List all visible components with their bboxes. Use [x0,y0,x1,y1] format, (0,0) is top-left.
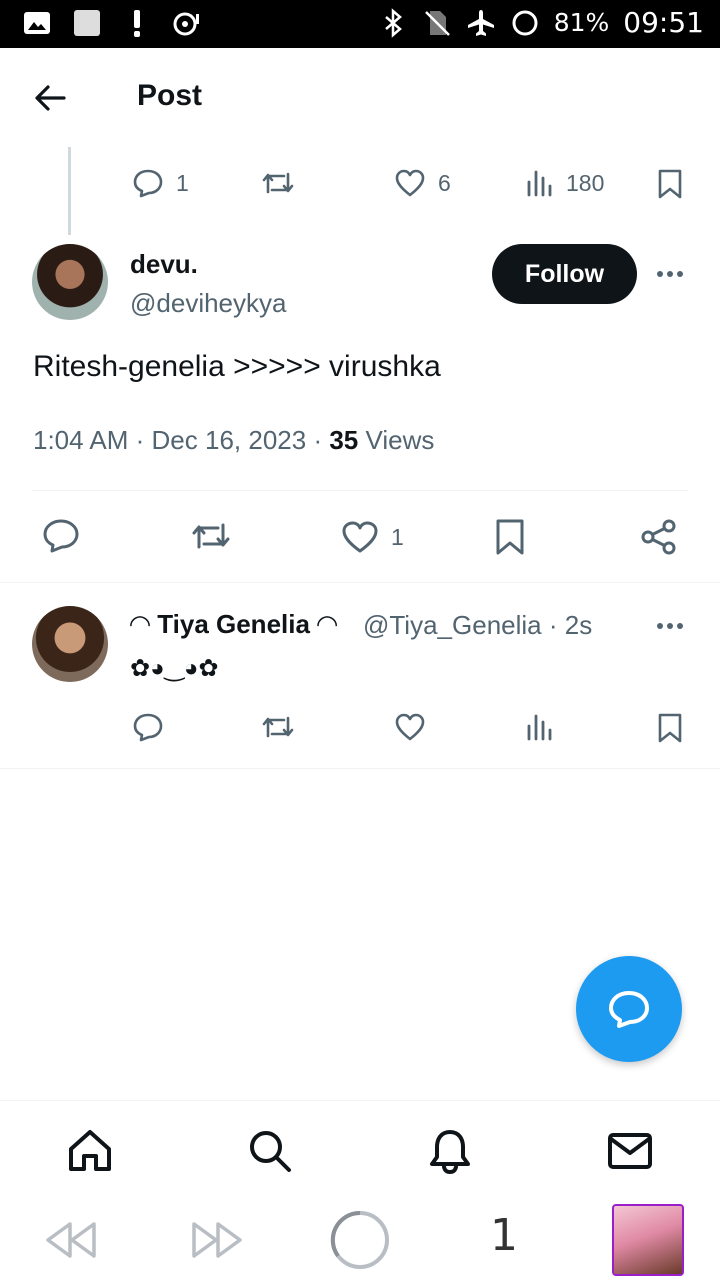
square-notification-icon [74,10,100,36]
top-app-bar: Post [0,48,720,144]
divider [0,582,720,583]
parent-like-count: 6 [438,169,451,196]
author-name[interactable]: devu. [130,249,198,280]
battery-ring-icon [512,10,538,35]
reply-avatar[interactable] [32,606,108,682]
home-icon[interactable] [66,1127,114,1175]
share-icon[interactable] [640,518,678,556]
reply-more-options-icon[interactable] [652,616,692,636]
parent-bookmark-icon[interactable] [656,168,684,200]
meta-separator: · [135,425,152,455]
bluetooth-icon [384,7,402,38]
home-circle-icon[interactable] [328,1208,392,1272]
system-navigation-bar: 1 [0,1200,720,1280]
recent-app-thumbnail[interactable] [612,1204,684,1276]
clock: 09:51 [623,6,704,39]
reply-author-handle[interactable]: @Tiya_Genelia [363,610,542,640]
reply-text: ✿◕‿◕✿ [130,655,219,682]
reply-reply-icon[interactable] [132,712,164,742]
page-title: Post [137,79,203,112]
reply-author-name[interactable]: ◠ Tiya Genelia ◠ [130,609,337,640]
author-handle[interactable]: @deviheykya [130,288,286,319]
follow-button[interactable]: Follow [492,244,637,304]
alert-icon [134,10,140,37]
reply-heart-icon[interactable] [394,712,426,742]
views-label: Views [365,425,435,455]
fast-forward-icon[interactable] [190,1218,244,1262]
messages-icon[interactable] [606,1127,654,1175]
gallery-icon [24,12,50,34]
compose-reply-button[interactable] [576,956,682,1062]
search-icon[interactable] [246,1127,294,1175]
rewind-icon[interactable] [44,1218,98,1262]
like-count: 1 [391,523,404,550]
open-tabs-count[interactable]: 1 [490,1210,518,1261]
avatar[interactable] [32,244,108,320]
battery-level: 81% [553,8,610,37]
more-options-icon[interactable] [652,264,692,284]
notifications-icon[interactable] [426,1127,474,1175]
views-count[interactable]: 35 [329,425,358,455]
heart-icon [395,169,425,197]
divider [32,490,688,491]
tweet-text: Ritesh-genelia >>>>> virushka [33,350,441,383]
reply-analytics-icon[interactable] [526,712,554,742]
reply-bookmark-icon[interactable] [656,712,684,744]
back-arrow-icon[interactable] [30,78,70,118]
tweet-time[interactable]: 1:04 AM [33,425,128,455]
status-bar: 81% 09:51 [0,0,720,48]
reply-icon[interactable] [42,518,80,554]
like-button[interactable]: 1 [341,520,404,554]
meta-separator: · [313,425,330,455]
retweet-icon [262,172,294,194]
sync-icon [173,12,199,36]
tweet-meta: 1:04 AM · Dec 16, 2023 · 35 Views [33,425,434,456]
airplane-icon [467,9,494,36]
thread-connector [68,147,71,235]
parent-views-button[interactable]: 180 [526,168,604,198]
bottom-navigation [0,1100,720,1200]
bookmark-icon[interactable] [494,518,526,556]
reply-age[interactable]: 2s [565,610,592,640]
meta-separator: · [548,610,565,640]
reply-bubble-icon [609,991,649,1028]
no-sim-icon [424,10,450,36]
tweet-date[interactable]: Dec 16, 2023 [152,425,307,455]
parent-retweet-button[interactable] [260,168,296,198]
parent-like-button[interactable]: 6 [394,168,451,198]
parent-view-count: 180 [566,169,605,196]
reply-retweet-icon[interactable] [260,712,296,742]
analytics-icon [527,170,552,197]
divider [0,768,720,769]
parent-reply-count: 1 [176,169,189,196]
heart-icon [342,521,378,553]
retweet-icon[interactable] [190,518,232,554]
reply-icon [133,169,163,198]
parent-reply-button[interactable]: 1 [132,168,189,198]
reply-author-meta: @Tiya_Genelia · 2s [363,610,592,641]
